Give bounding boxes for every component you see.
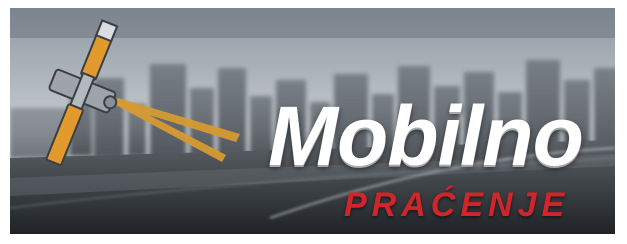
logo-title: Mobilno bbox=[268, 89, 584, 183]
logo-banner: Mobilno PRAĆENJE bbox=[10, 8, 615, 234]
logo-subtitle: PRAĆENJE bbox=[344, 186, 570, 224]
signal-beam-icon bbox=[114, 98, 240, 162]
